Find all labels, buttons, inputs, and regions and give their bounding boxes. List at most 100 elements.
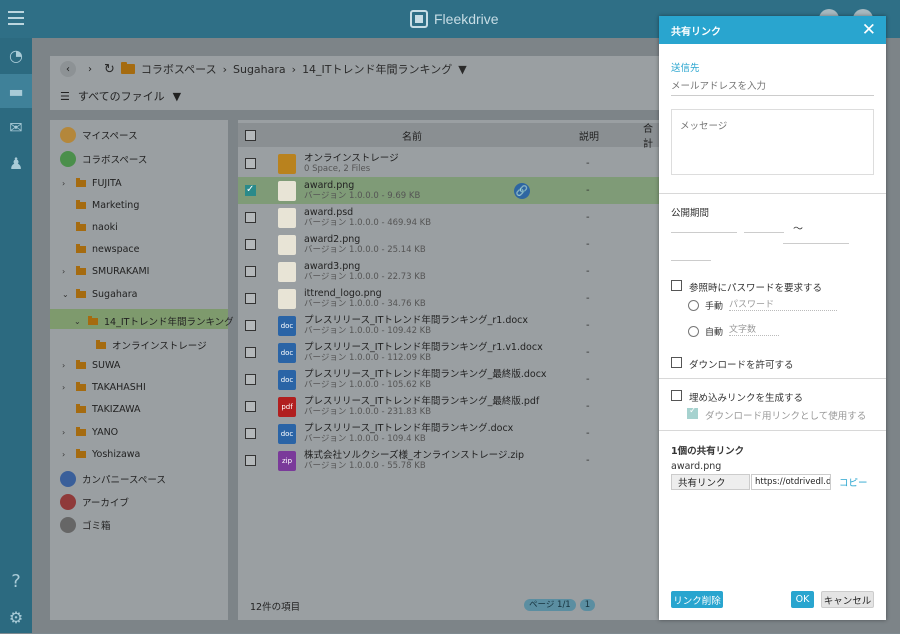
column-name[interactable]: 名前 (402, 128, 422, 143)
select-all-checkbox[interactable] (245, 129, 256, 141)
tree-item-trash[interactable]: ゴミ箱 (60, 517, 111, 533)
file-name[interactable]: プレスリリース_ITトレンド年間ランキング_r1.v1.docx (304, 342, 543, 353)
tree-item-company[interactable]: カンパニースペース (60, 471, 166, 487)
tree-item-suwa[interactable]: › SUWA (62, 360, 120, 371)
forward-button[interactable]: › (82, 61, 98, 77)
file-name[interactable]: プレスリリース_ITトレンド年間ランキング_r1.docx (304, 315, 528, 326)
row-checkbox[interactable] (245, 374, 256, 385)
row-checkbox[interactable] (245, 212, 256, 223)
tree-item-online-storage[interactable]: オンラインストレージ (96, 338, 207, 352)
close-icon[interactable]: ✕ (862, 20, 876, 40)
file-name[interactable]: プレスリリース_ITトレンド年間ランキング.docx (304, 423, 513, 434)
stamp-icon[interactable]: ♟ (0, 146, 32, 180)
column-description[interactable]: 説明 (579, 128, 599, 143)
tree-item-takizawa[interactable]: TAKIZAWA (62, 404, 140, 415)
cancel-button[interactable]: キャンセル (821, 591, 874, 608)
table-row[interactable]: doc プレスリリース_ITトレンド年間ランキング_r1.v1.docx バージョン… (238, 339, 660, 366)
file-name[interactable]: プレスリリース_ITトレンド年間ランキング_最終版.pdf (304, 396, 539, 407)
tree-item-14-it[interactable]: ⌄ 14_ITトレンド年間ランキング (74, 314, 234, 328)
use-download-link-checkbox[interactable] (687, 406, 698, 419)
table-row[interactable]: award2.png バージョン 1.0.0.0 - 25.14 KB - (238, 231, 660, 258)
tree-item-yano[interactable]: › YANO (62, 427, 118, 438)
row-checkbox[interactable] (245, 401, 256, 412)
refresh-icon[interactable]: ↻ (104, 62, 115, 77)
table-row[interactable]: award3.png バージョン 1.0.0.0 - 22.73 KB - (238, 258, 660, 285)
table-row[interactable]: doc プレスリリース_ITトレンド年間ランキング_r1.docx バージョン 1.… (238, 312, 660, 339)
start-date-input[interactable] (671, 232, 737, 233)
message-field[interactable] (671, 109, 874, 175)
file-name[interactable]: award.png (304, 180, 420, 191)
table-row[interactable]: doc プレスリリース_ITトレンド年間ランキング.docx バージョン 1.0.0… (238, 420, 660, 447)
link-icon[interactable]: 🔗 (514, 183, 530, 199)
row-checkbox[interactable] (245, 239, 256, 250)
filter-dropdown[interactable]: ☰ すべてのファイル ▼ (60, 88, 181, 104)
tree-item-collab[interactable]: コラボスペース (60, 151, 147, 167)
chars-input[interactable]: 文字数 (729, 322, 779, 336)
mail-icon[interactable]: ✉ (0, 110, 32, 144)
table-row[interactable]: award.pngバージョン 1.0.0.0 - 9.69 KB - (238, 177, 660, 204)
breadcrumb-user[interactable]: Sugahara (233, 63, 286, 76)
ok-button[interactable]: OK (791, 591, 814, 608)
tree-item-smurakami[interactable]: › SMURAKAMI (62, 266, 149, 277)
file-name[interactable]: award.psd (304, 207, 431, 218)
row-checkbox[interactable] (245, 266, 256, 277)
chevron-right-icon[interactable]: › (62, 428, 70, 437)
gear-icon[interactable]: ⚙ (0, 600, 32, 634)
table-row[interactable]: doc プレスリリース_ITトレンド年間ランキング_最終版.docx バージョン 1… (238, 366, 660, 393)
chevron-right-icon[interactable]: › (62, 361, 70, 370)
tree-item-marketing[interactable]: Marketing (62, 200, 139, 211)
allow-download-checkbox[interactable] (671, 357, 682, 368)
end-time-input[interactable] (671, 260, 711, 261)
require-password-checkbox[interactable] (671, 280, 682, 291)
chevron-right-icon[interactable]: › (62, 383, 70, 392)
row-checkbox[interactable] (245, 158, 256, 169)
file-name[interactable]: プレスリリース_ITトレンド年間ランキング_最終版.docx (304, 369, 547, 380)
back-button[interactable]: ‹ (60, 61, 76, 77)
chevron-right-icon[interactable]: › (62, 179, 70, 188)
link-url-field[interactable]: https://otdrivedl.de (751, 473, 831, 490)
tree-item-sugahara[interactable]: ⌄ Sugahara (62, 289, 137, 300)
row-checkbox[interactable] (245, 428, 256, 439)
table-row[interactable]: ittrend_logo.png バージョン 1.0.0.0 - 34.76 KB… (238, 285, 660, 312)
file-name[interactable]: ittrend_logo.png (304, 288, 426, 299)
manual-radio[interactable] (688, 300, 699, 311)
file-name[interactable]: award3.png (304, 261, 426, 272)
start-time-input[interactable] (744, 232, 784, 233)
file-name[interactable]: 株式会社ソルクシーズ様_オンラインストレージ.zip (304, 450, 524, 461)
chevron-down-icon[interactable]: ▼ (458, 63, 466, 76)
row-checkbox[interactable] (245, 293, 256, 304)
row-checkbox[interactable] (245, 347, 256, 358)
breadcrumb-root[interactable]: コラボスペース (141, 61, 217, 77)
help-icon[interactable]: ? (0, 564, 32, 598)
chevron-down-icon[interactable]: ⌄ (74, 317, 82, 326)
breadcrumb-folder[interactable]: 14_ITトレンド年間ランキング (302, 61, 452, 77)
email-field[interactable] (671, 78, 874, 96)
end-date-input[interactable] (783, 243, 849, 244)
row-checkbox[interactable] (245, 455, 256, 466)
column-total[interactable]: 合計 (643, 120, 660, 150)
copy-link[interactable]: コピー (839, 475, 868, 489)
menu-icon[interactable] (8, 11, 24, 25)
tree-item-fujita[interactable]: › FUJITA (62, 178, 122, 189)
table-row[interactable]: オンラインストレージ 0 Space, 2 Files - (238, 150, 660, 177)
table-row[interactable]: pdf プレスリリース_ITトレンド年間ランキング_最終版.pdf バージョン 1.… (238, 393, 660, 420)
delete-link-button[interactable]: リンク削除 (671, 591, 723, 608)
table-row[interactable]: zip 株式会社ソルクシーズ様_オンラインストレージ.zip バージョン 1.0.0… (238, 447, 660, 474)
row-checkbox[interactable] (245, 184, 256, 196)
page-button[interactable]: 1 (579, 599, 596, 611)
chevron-right-icon[interactable]: › (62, 450, 70, 459)
password-input[interactable]: パスワード (729, 297, 837, 311)
tree-item-myspace[interactable]: マイスペース (60, 127, 138, 143)
tree-item-naoki[interactable]: naoki (62, 222, 118, 233)
file-name[interactable]: オンラインストレージ (304, 153, 399, 164)
tree-item-yoshizawa[interactable]: › Yoshizawa (62, 449, 140, 460)
file-name[interactable]: award2.png (304, 234, 426, 245)
dashboard-icon[interactable]: ◔ (0, 38, 32, 72)
tree-item-takahashi[interactable]: › TAKAHASHI (62, 382, 146, 393)
chevron-down-icon[interactable]: ⌄ (62, 290, 70, 299)
auto-radio[interactable] (688, 326, 699, 337)
row-checkbox[interactable] (245, 320, 256, 331)
table-row[interactable]: award.psd バージョン 1.0.0.0 - 469.94 KB - (238, 204, 660, 231)
embed-link-checkbox[interactable] (671, 390, 682, 401)
tree-item-newspace[interactable]: newspace (62, 244, 140, 255)
